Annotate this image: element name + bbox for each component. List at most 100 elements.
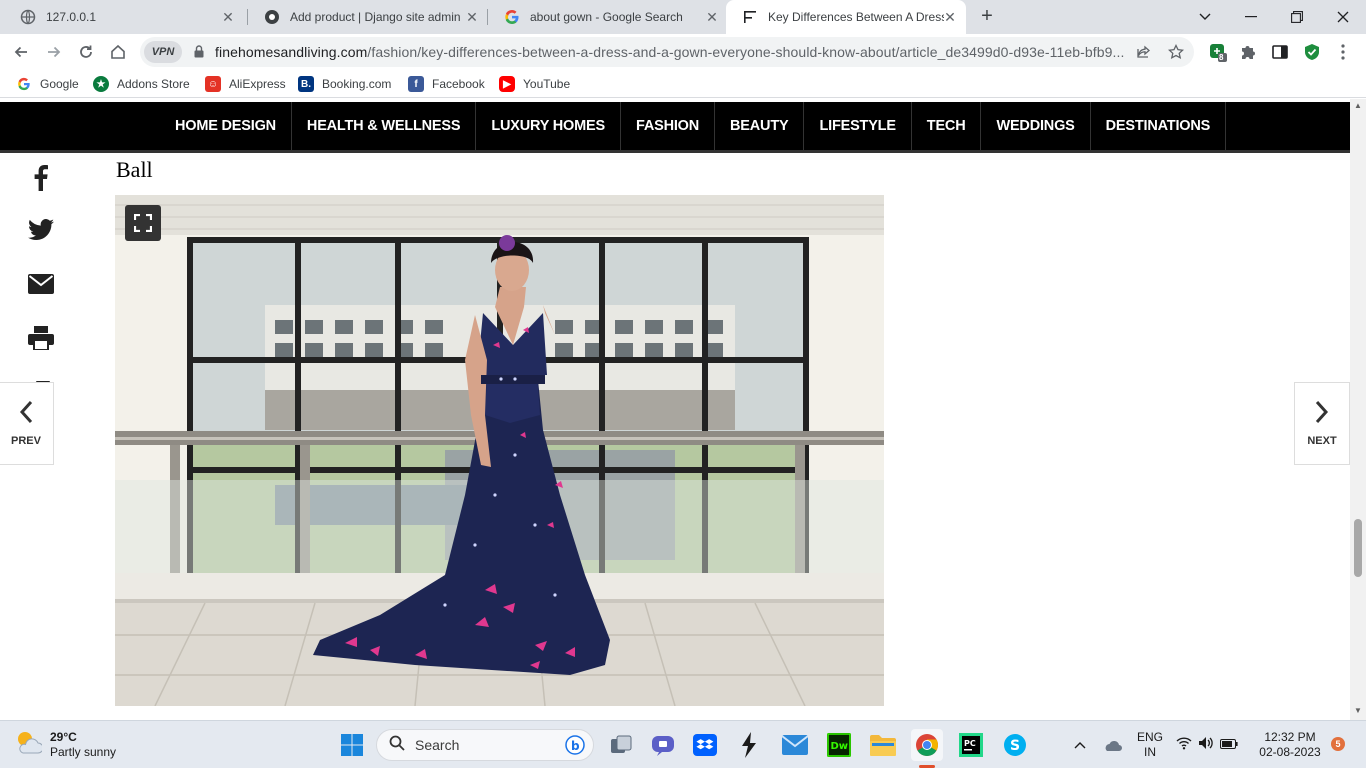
bookmark-star-icon[interactable] [1166,42,1186,62]
close-icon[interactable]: ✕ [220,9,236,25]
next-article-button[interactable]: NEXT [1294,382,1350,465]
address-bar[interactable]: VPN finehomesandliving.com/fashion/key-d… [140,37,1194,67]
chevron-up-icon[interactable] [1064,729,1096,761]
globe-icon [20,9,36,25]
start-button[interactable] [336,729,368,761]
teams-chat-icon[interactable] [647,729,679,761]
minimize-button[interactable] [1228,0,1274,34]
restore-button[interactable] [1274,0,1320,34]
onedrive-icon[interactable] [1096,729,1128,761]
vpn-badge[interactable]: VPN [144,41,182,63]
site-navigation: HOME DESIGN HEALTH & WELLNESS LUXURY HOM… [0,102,1350,153]
twitter-icon[interactable] [22,211,60,249]
bookmark-google[interactable]: Google [16,75,79,93]
prev-article-button[interactable]: PREV [0,382,54,465]
prev-label: PREV [11,435,41,447]
tab-label: Key Differences Between A Dress [768,10,944,24]
extensions-puzzle-icon[interactable] [1237,41,1259,63]
mail-icon[interactable] [779,729,811,761]
share-icon[interactable] [1134,42,1154,62]
chevron-left-icon [19,400,33,429]
chrome-taskbar-icon[interactable] [911,729,943,761]
new-tab-button[interactable]: + [976,6,998,28]
weather-condition: Partly sunny [50,744,117,759]
bookmark-label: Facebook [432,77,485,91]
next-label: NEXT [1307,435,1337,447]
dropbox-icon[interactable] [689,729,721,761]
scroll-thumb[interactable] [1354,519,1362,577]
password-extension-icon[interactable]: 8 [1207,41,1229,63]
side-panel-icon[interactable] [1269,41,1291,63]
pycharm-icon[interactable]: PC [955,729,987,761]
home-button[interactable] [104,38,132,66]
clock[interactable]: 12:32 PM 02-08-2023 [1250,730,1330,760]
windows-icon [341,734,363,756]
browser-toolbar: VPN finehomesandliving.com/fashion/key-d… [0,34,1366,70]
menu-kebab-icon[interactable] [1332,41,1354,63]
dreamweaver-icon[interactable]: Dw [823,729,855,761]
file-explorer-icon[interactable] [867,729,899,761]
nav-destinations[interactable]: DESTINATIONS [1091,102,1227,150]
nav-beauty[interactable]: BEAUTY [715,102,805,150]
tab-active-article[interactable]: Key Differences Between A Dress ✕ [726,0,966,34]
email-icon[interactable] [22,265,60,303]
scroll-down-arrow[interactable]: ▼ [1354,707,1362,715]
google-icon [16,76,32,92]
search-icon [389,735,405,756]
aliexpress-icon: ☺ [205,76,221,92]
article-photo[interactable] [115,195,884,706]
language-indicator[interactable]: ENG IN [1134,730,1166,760]
nav-items: HOME DESIGN HEALTH & WELLNESS LUXURY HOM… [160,102,1227,150]
url-host: finehomesandliving.com [215,44,368,60]
bookmark-booking[interactable]: B. Booking.com [298,75,391,93]
tab-django-admin[interactable]: Add product | Django site admin ✕ [248,0,488,34]
svg-text:b: b [571,739,580,753]
nav-health-wellness[interactable]: HEALTH & WELLNESS [292,102,477,150]
system-tray-icons[interactable] [1172,729,1242,761]
windows-taskbar: 29°C Partly sunny Search b Dw PC S ENG I… [0,720,1366,768]
bookmark-label: Google [40,77,79,91]
tab-localhost[interactable]: 127.0.0.1 ✕ [4,0,244,34]
nav-weddings[interactable]: WEDDINGS [981,102,1091,150]
lightning-app-icon[interactable] [733,729,765,761]
wifi-icon [1176,736,1192,755]
weather-widget[interactable]: 29°C Partly sunny [14,729,116,760]
nav-home-design[interactable]: HOME DESIGN [160,102,292,150]
close-icon[interactable]: ✕ [942,9,958,25]
tab-search-button[interactable] [1182,0,1228,34]
forward-button[interactable] [40,38,68,66]
bookmark-youtube[interactable]: ▶ YouTube [499,75,570,93]
nav-lifestyle[interactable]: LIFESTYLE [804,102,912,150]
nav-fashion[interactable]: FASHION [621,102,716,150]
page-content: HOME DESIGN HEALTH & WELLNESS LUXURY HOM… [0,99,1366,720]
nav-tech[interactable]: TECH [912,102,982,150]
lock-icon[interactable] [194,45,204,58]
extension-badge: 8 [1219,53,1224,62]
booking-icon: B. [298,76,314,92]
close-window-button[interactable] [1320,0,1366,34]
bookmark-facebook[interactable]: f Facebook [408,75,485,93]
print-icon[interactable] [22,319,60,357]
globe-icon [264,9,280,25]
section-heading: Ball [116,157,153,182]
bookmark-addons-store[interactable]: ★ Addons Store [93,75,190,93]
shield-extension-icon[interactable] [1301,41,1323,63]
fullscreen-button[interactable] [125,205,161,241]
scroll-up-arrow[interactable]: ▲ [1354,102,1362,110]
taskbar-search[interactable]: Search b [376,729,594,761]
tab-google-search[interactable]: about gown - Google Search ✕ [488,0,728,34]
reload-button[interactable] [72,38,100,66]
bookmarks-bar: Google ★ Addons Store ☺ AliExpress B. Bo… [0,70,1366,98]
skype-icon[interactable]: S [999,729,1031,761]
url-text[interactable]: finehomesandliving.com/fashion/key-diffe… [215,44,1125,60]
nav-luxury-homes[interactable]: LUXURY HOMES [476,102,621,150]
expand-icon [134,214,152,232]
bookmark-aliexpress[interactable]: ☺ AliExpress [205,75,286,93]
close-icon[interactable]: ✕ [704,9,720,25]
back-button[interactable] [7,38,35,66]
task-view-icon[interactable] [605,729,637,761]
facebook-icon[interactable] [22,159,60,197]
notification-badge[interactable]: 5 [1331,737,1345,751]
page-scrollbar[interactable]: ▲ ▼ [1350,99,1366,720]
close-icon[interactable]: ✕ [464,9,480,25]
